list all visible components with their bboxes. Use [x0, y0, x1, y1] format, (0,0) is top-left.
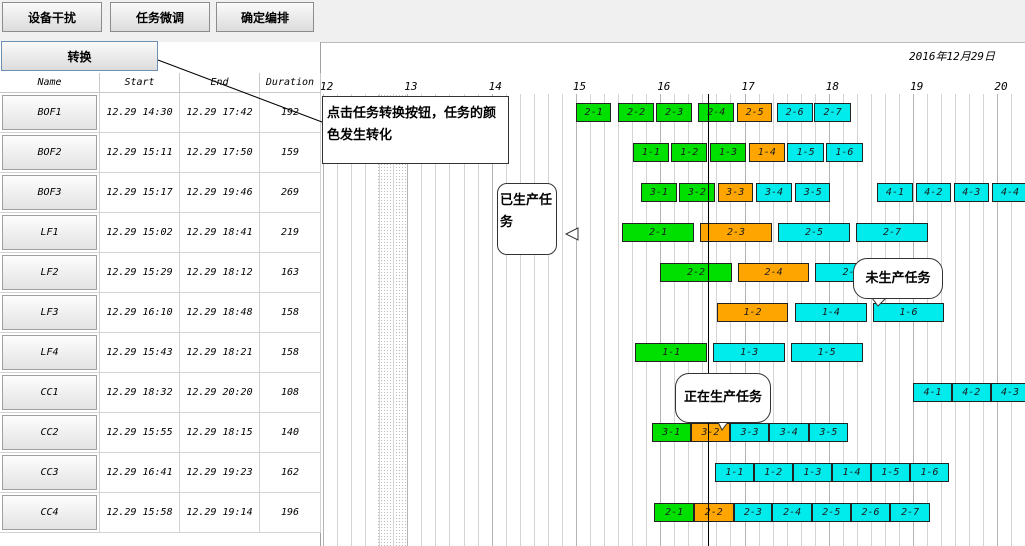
pending-task-callout: 未生产任务 — [853, 258, 943, 299]
producing-task-callout: 正在生产任务 — [675, 373, 771, 423]
done-task-callout: 已生产任务 — [497, 183, 557, 255]
